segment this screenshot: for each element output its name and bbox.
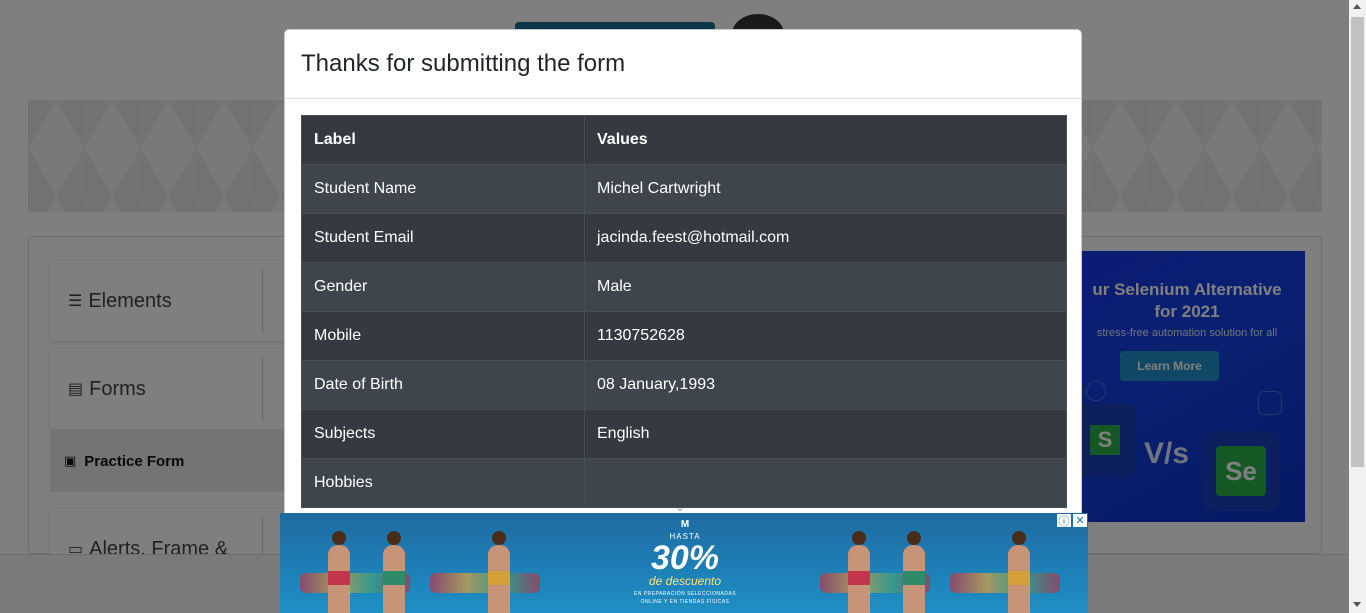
row-label: Subjects xyxy=(301,409,585,459)
model-figure xyxy=(320,531,358,613)
row-value xyxy=(584,458,1067,508)
modal-title: Thanks for submitting the form xyxy=(301,50,626,77)
ad-controls: ⓘ ✕ xyxy=(1056,513,1088,528)
ad-fine-print: EN PREPARACIÓN SELECCIONADAS xyxy=(633,591,737,597)
table-header-row: Label Values xyxy=(301,115,1067,165)
row-label: Date of Birth xyxy=(301,360,585,410)
row-label: Hobbies xyxy=(301,458,585,508)
row-value: 1130752628 xyxy=(584,311,1067,361)
row-value: Male xyxy=(584,262,1067,312)
column-header-label: Label xyxy=(301,115,585,165)
modal-body: Label Values Student Name Michel Cartwri… xyxy=(301,115,1067,508)
table-row: Student Name Michel Cartwright xyxy=(301,164,1067,214)
ad-brand-logo: M xyxy=(680,519,690,530)
model-figure xyxy=(1000,531,1038,613)
row-value: Michel Cartwright xyxy=(584,164,1067,214)
table-row: Student Email jacinda.feest@hotmail.com xyxy=(301,213,1067,263)
bottom-banner-ad[interactable]: M HASTA 30% de descuento EN PREPARACIÓN … xyxy=(280,513,1088,613)
ad-promo-text: M HASTA 30% de descuento EN PREPARACIÓN … xyxy=(610,519,760,605)
row-label: Mobile xyxy=(301,311,585,361)
table-row: Subjects English xyxy=(301,409,1067,459)
row-value: jacinda.feest@hotmail.com xyxy=(584,213,1067,263)
ad-close-icon[interactable]: ✕ xyxy=(1072,513,1088,528)
modal-header: Thanks for submitting the form xyxy=(285,30,1081,99)
chevron-down-icon: ⌄ xyxy=(675,500,686,514)
results-table: Label Values Student Name Michel Cartwri… xyxy=(301,115,1067,508)
row-label: Student Name xyxy=(301,164,585,214)
column-header-values: Values xyxy=(584,115,1067,165)
model-figure xyxy=(375,531,413,613)
ad-info-icon[interactable]: ⓘ xyxy=(1056,513,1072,528)
row-value: English xyxy=(584,409,1067,459)
ad-discount-label: de descuento xyxy=(648,574,722,588)
scroll-down-icon[interactable] xyxy=(1353,602,1361,607)
page-scrollbar[interactable] xyxy=(1349,0,1366,613)
table-row: Gender Male xyxy=(301,262,1067,312)
ad-channels: ONLINE Y EN TIENDAS FÍSICAS xyxy=(640,599,730,605)
model-figure xyxy=(840,531,878,613)
row-value: 08 January,1993 xyxy=(584,360,1067,410)
table-row: Date of Birth 08 January,1993 xyxy=(301,360,1067,410)
table-row: Mobile 1130752628 xyxy=(301,311,1067,361)
scroll-up-icon[interactable] xyxy=(1353,4,1361,9)
scrollbar-thumb[interactable] xyxy=(1351,17,1364,467)
model-figure xyxy=(480,531,518,613)
model-figure xyxy=(895,531,933,613)
row-label: Student Email xyxy=(301,213,585,263)
row-label: Gender xyxy=(301,262,585,312)
ad-percent: 30% xyxy=(650,539,720,577)
